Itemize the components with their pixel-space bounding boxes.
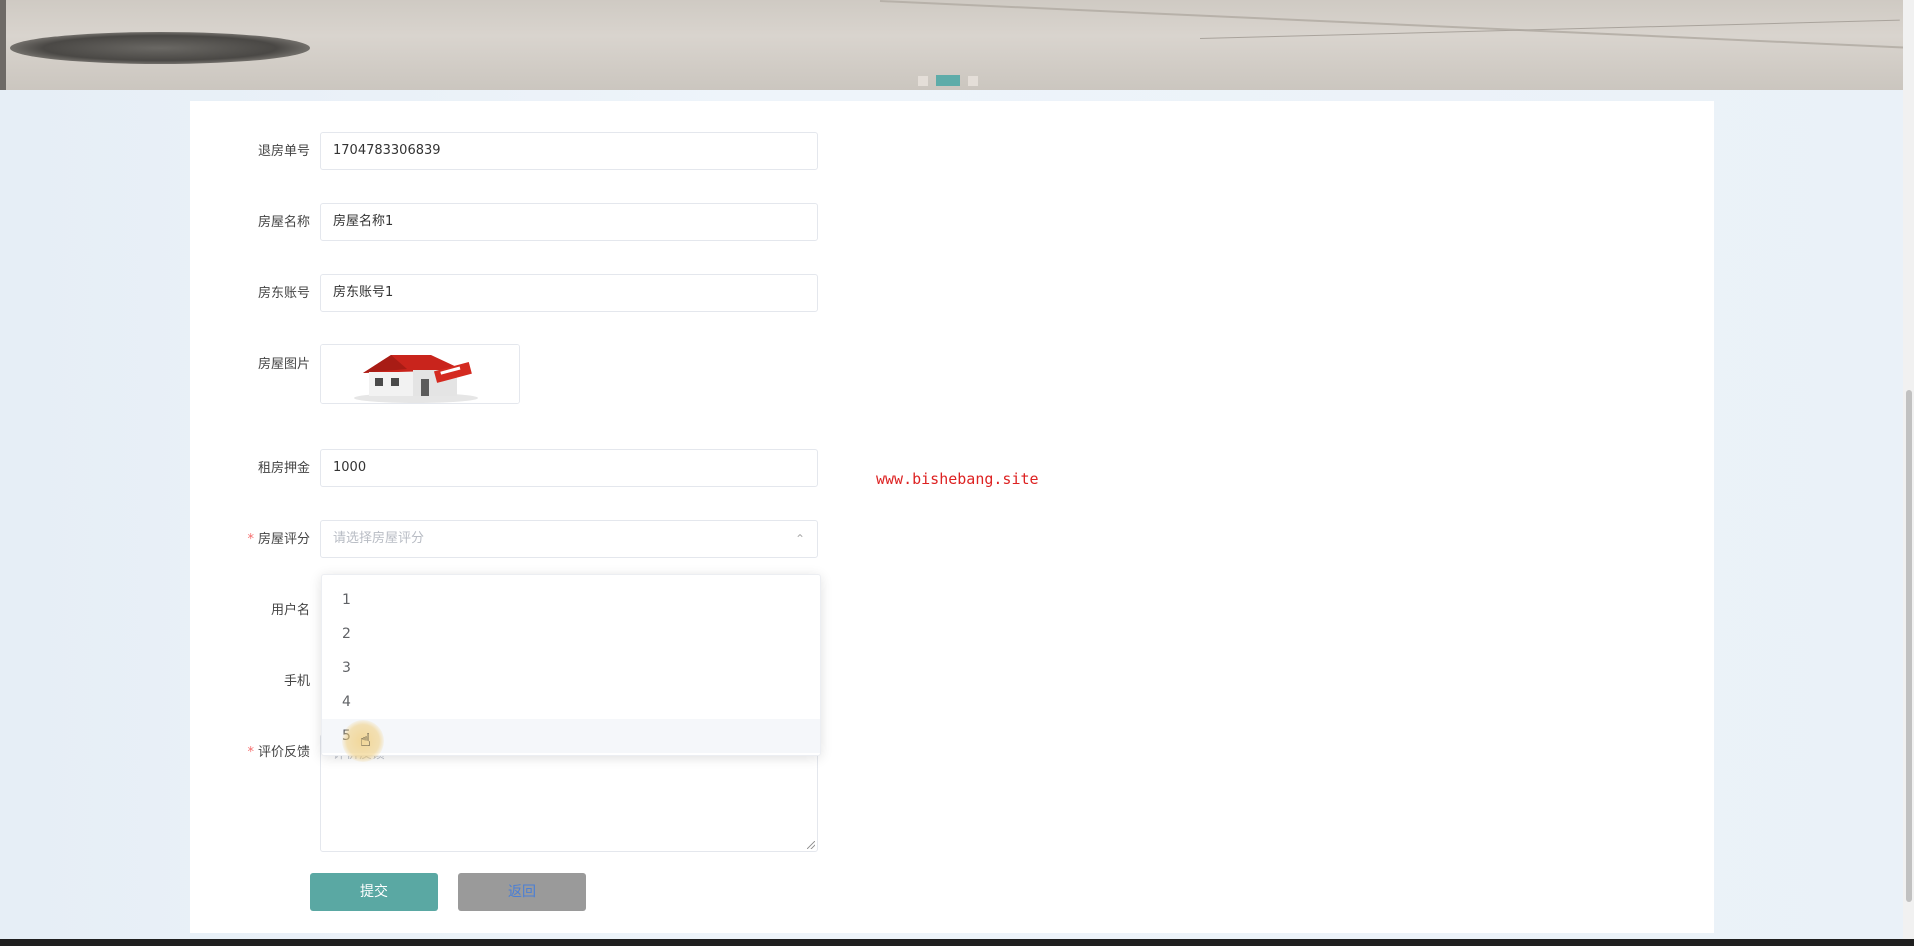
label-house-image: 房屋图片 — [257, 357, 310, 372]
label-text: 房屋评分 — [257, 532, 310, 547]
chevron-up-icon: ⌃ — [794, 532, 805, 546]
carousel-indicators — [918, 75, 978, 86]
banner-edge — [0, 0, 6, 90]
carousel-dot-1[interactable] — [918, 75, 928, 86]
house-rating-select[interactable]: 请选择房屋评分 ⌃ — [320, 520, 818, 558]
banner-streak — [1199, 19, 1900, 39]
back-button[interactable]: 返回 — [458, 873, 586, 911]
banner-image-disc — [10, 32, 310, 64]
label-text: 评价反馈 — [257, 745, 310, 760]
landlord-account-input[interactable]: 房东账号1 — [320, 274, 818, 312]
required-mark: * — [247, 532, 254, 547]
rating-placeholder: 请选择房屋评分 — [333, 531, 425, 546]
label-house-name: 房屋名称 — [257, 215, 310, 230]
rating-dropdown: 1 2 3 4 5 — [321, 574, 821, 756]
label-phone: 手机 — [283, 674, 310, 689]
hand-cursor-icon: ☝ — [360, 730, 371, 751]
carousel-dot-3[interactable] — [968, 75, 978, 86]
watermark: www.bishebang.site — [876, 470, 1039, 488]
checkout-no-input[interactable]: 1704783306839 — [320, 132, 818, 170]
rating-option-2[interactable]: 2 — [322, 617, 820, 651]
house-icon — [321, 345, 519, 403]
window-bottom-edge — [0, 939, 1914, 946]
house-name-input[interactable]: 房屋名称1 — [320, 203, 818, 241]
label-deposit: 租房押金 — [257, 461, 310, 476]
required-mark: * — [247, 745, 254, 760]
rating-option-4[interactable]: 4 — [322, 685, 820, 719]
banner-carousel — [0, 0, 1903, 90]
label-house-rating: * 房屋评分 — [190, 530, 310, 550]
label-checkout-no: 退房单号 — [257, 144, 310, 159]
resize-handle-icon[interactable] — [807, 841, 815, 849]
submit-button[interactable]: 提交 — [310, 873, 438, 911]
rating-option-5[interactable]: 5 — [322, 719, 820, 753]
house-image[interactable] — [320, 344, 520, 404]
scrollbar-thumb[interactable] — [1906, 390, 1912, 902]
rating-option-3[interactable]: 3 — [322, 651, 820, 685]
label-landlord-account: 房东账号 — [257, 286, 310, 301]
label-feedback: * 评价反馈 — [190, 743, 310, 763]
banner-streak — [879, 0, 1903, 57]
rating-option-1[interactable]: 1 — [322, 583, 820, 617]
label-username: 用户名 — [270, 603, 310, 618]
deposit-input[interactable]: 1000 — [320, 449, 818, 487]
carousel-dot-2[interactable] — [936, 75, 960, 86]
